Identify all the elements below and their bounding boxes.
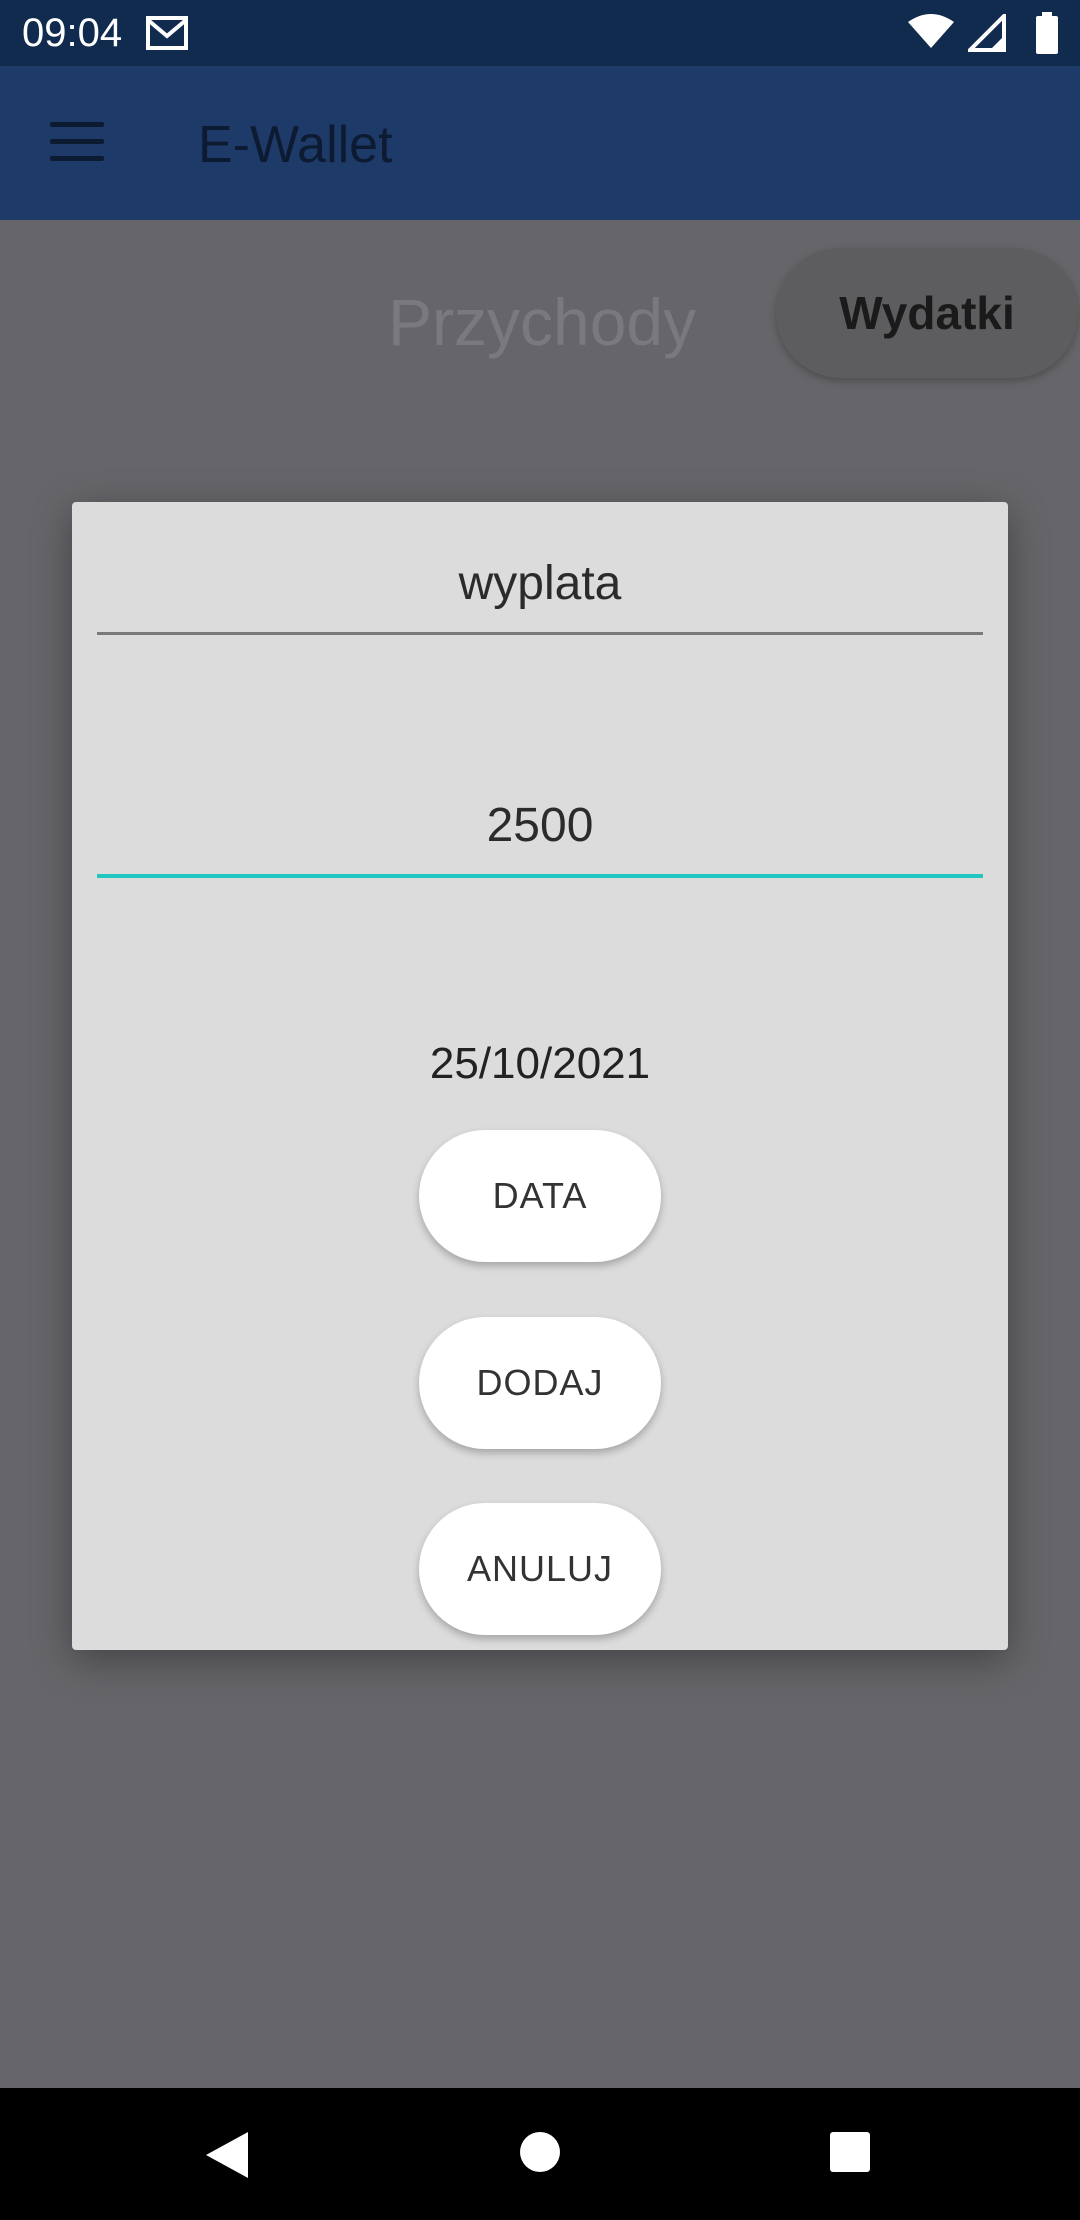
battery-icon [1036,12,1058,54]
add-button[interactable]: DODAJ [419,1317,661,1449]
app-title: E-Wallet [198,116,393,174]
navigation-bar [0,2088,1080,2220]
name-input[interactable]: wyplata [97,554,983,635]
date-button[interactable]: DATA [419,1130,661,1262]
tab-income[interactable]: Przychody [388,282,696,362]
signal-icon [968,14,1006,52]
selected-date: 25/10/2021 [429,1039,651,1088]
recents-icon[interactable] [830,2132,870,2172]
status-bar: 09:04 [0,0,1080,66]
menu-icon[interactable] [50,122,104,162]
amount-input[interactable]: 2500 [97,796,983,878]
home-icon[interactable] [520,2132,560,2172]
status-time: 09:04 [22,11,123,55]
wifi-icon [908,14,954,48]
add-entry-dialog: wyplata 2500 25/10/2021 DATA DODAJ ANULU… [72,502,1008,1650]
app-bar: E-Wallet [0,66,1080,220]
back-icon[interactable] [204,2130,250,2180]
cancel-button[interactable]: ANULUJ [419,1503,661,1635]
gmail-icon [146,16,188,50]
tab-expenses[interactable]: Wydatki [776,248,1078,378]
